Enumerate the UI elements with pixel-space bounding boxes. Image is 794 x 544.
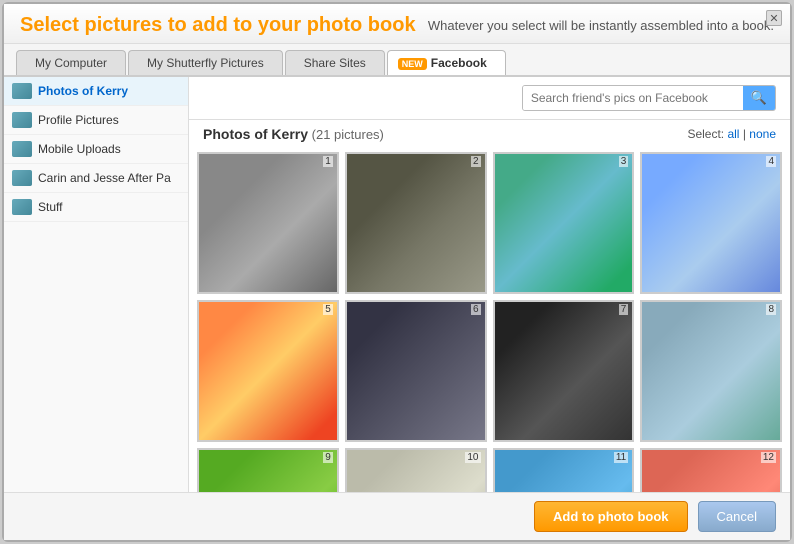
photo-number: 1 — [323, 156, 333, 167]
photo-cell-8[interactable]: 8 — [640, 300, 782, 442]
main-toolbar: 🔍 — [189, 77, 790, 120]
photo-number: 7 — [619, 304, 629, 315]
photo-number: 2 — [471, 156, 481, 167]
album-title-row: Photos of Kerry (21 pictures) — [203, 126, 384, 142]
select-separator: | — [743, 127, 746, 141]
new-badge: NEW — [398, 58, 427, 70]
photo-number: 5 — [323, 304, 333, 315]
add-to-photobook-button[interactable]: Add to photo book — [534, 501, 688, 532]
photo-image — [199, 450, 337, 493]
album-icon — [12, 83, 32, 99]
photo-cell-11[interactable]: 11 — [493, 448, 635, 493]
photo-cell-4[interactable]: 4 — [640, 152, 782, 294]
photo-number: 4 — [766, 156, 776, 167]
dialog-subtitle: Whatever you select will be instantly as… — [428, 18, 774, 33]
photo-cell-5[interactable]: 5 — [197, 300, 339, 442]
photo-number: 10 — [465, 452, 480, 463]
close-button[interactable]: ✕ — [766, 10, 782, 26]
photo-cell-9[interactable]: 9 — [197, 448, 339, 493]
search-input[interactable] — [523, 86, 743, 110]
photo-cell-3[interactable]: 3 — [493, 152, 635, 294]
select-label: Select: — [687, 127, 724, 141]
search-button[interactable]: 🔍 — [743, 86, 775, 110]
title-bar: Select pictures to add to your photo boo… — [4, 4, 790, 44]
tab-share-sites[interactable]: Share Sites — [285, 50, 385, 75]
photo-number: 12 — [761, 452, 776, 463]
select-all-link[interactable]: all — [727, 127, 739, 141]
photo-cell-12[interactable]: 12 — [640, 448, 782, 493]
select-controls: Select: all | none — [687, 127, 776, 141]
tab-bar: My Computer My Shutterfly Pictures Share… — [4, 44, 790, 77]
sidebar-item-profile-pictures[interactable]: Profile Pictures — [4, 106, 188, 135]
bottom-bar: Add to photo book Cancel — [4, 492, 790, 540]
photo-image — [199, 302, 337, 440]
tab-facebook[interactable]: NEWFacebook — [387, 50, 506, 75]
album-title: Photos of Kerry — [203, 126, 308, 142]
main-panel: 🔍 Photos of Kerry (21 pictures) Select: … — [189, 77, 790, 492]
photo-image — [199, 154, 337, 292]
sidebar-item-stuff[interactable]: Stuff — [4, 193, 188, 222]
photo-image — [347, 154, 485, 292]
photo-cell-1[interactable]: 1 — [197, 152, 339, 294]
photo-number: 3 — [619, 156, 629, 167]
photo-image — [347, 450, 485, 493]
photo-cell-7[interactable]: 7 — [493, 300, 635, 442]
photo-image — [642, 302, 780, 440]
photo-header: Photos of Kerry (21 pictures) Select: al… — [189, 120, 790, 148]
photo-image — [642, 154, 780, 292]
photo-cell-10[interactable]: 10 — [345, 448, 487, 493]
photo-image — [495, 154, 633, 292]
tab-my-shutterfly[interactable]: My Shutterfly Pictures — [128, 50, 283, 75]
album-icon — [12, 170, 32, 186]
photo-grid: 123456789101112 — [197, 152, 782, 492]
sidebar-item-mobile-uploads[interactable]: Mobile Uploads — [4, 135, 188, 164]
sidebar: Photos of Kerry Profile Pictures Mobile … — [4, 77, 189, 492]
select-none-link[interactable]: none — [749, 127, 776, 141]
photo-number: 8 — [766, 304, 776, 315]
photo-image — [495, 450, 633, 493]
photo-cell-6[interactable]: 6 — [345, 300, 487, 442]
photo-image — [347, 302, 485, 440]
album-icon — [12, 199, 32, 215]
photo-number: 9 — [323, 452, 333, 463]
album-count: (21 pictures) — [312, 127, 384, 142]
content-area: Photos of Kerry Profile Pictures Mobile … — [4, 77, 790, 492]
photo-number: 6 — [471, 304, 481, 315]
cancel-button[interactable]: Cancel — [698, 501, 776, 532]
photo-image — [495, 302, 633, 440]
album-icon — [12, 141, 32, 157]
photo-image — [642, 450, 780, 493]
photo-cell-2[interactable]: 2 — [345, 152, 487, 294]
photo-grid-wrapper[interactable]: 123456789101112 — [189, 148, 790, 492]
album-icon — [12, 112, 32, 128]
search-box: 🔍 — [522, 85, 776, 111]
dialog-title: Select pictures to add to your photo boo… — [20, 14, 416, 37]
sidebar-item-carin-jesse[interactable]: Carin and Jesse After Pa — [4, 164, 188, 193]
tab-my-computer[interactable]: My Computer — [16, 50, 126, 75]
main-dialog: ✕ Select pictures to add to your photo b… — [2, 2, 792, 542]
sidebar-item-photos-of-kerry[interactable]: Photos of Kerry — [4, 77, 188, 106]
photo-number: 11 — [614, 452, 628, 463]
